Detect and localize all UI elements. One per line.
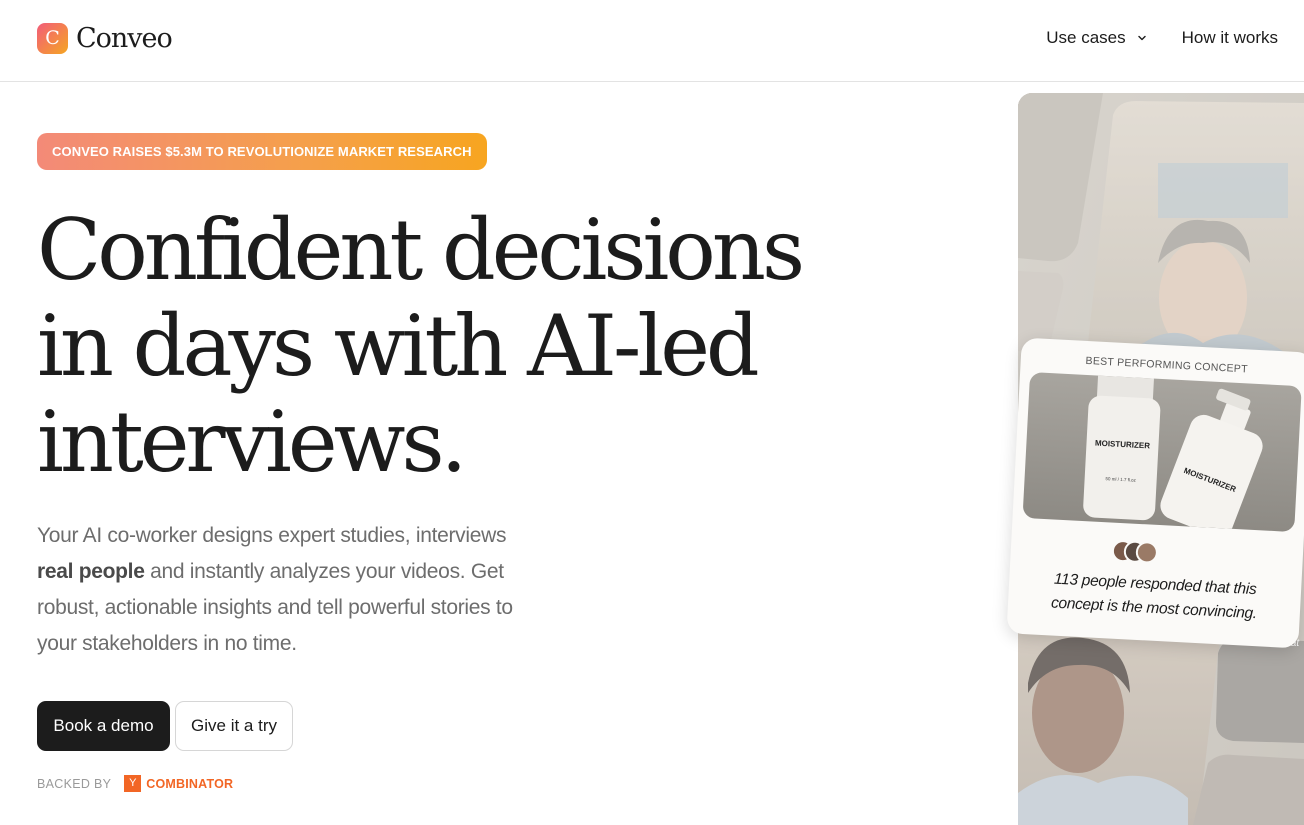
- chevron-down-icon: [1137, 35, 1146, 41]
- logo-mark-icon: C: [37, 23, 68, 54]
- hero-description: Your AI co-worker designs expert studies…: [37, 518, 527, 662]
- headline-line-3: interviews.: [37, 393, 467, 491]
- site-header: C Conveo Use cases How it works: [0, 0, 1304, 82]
- give-it-a-try-button[interactable]: Give it a try: [175, 701, 293, 751]
- logo-text: Conveo: [76, 23, 173, 54]
- description-part-1: Your AI co-worker designs expert studies…: [37, 524, 507, 547]
- headline-line-1: Confident decisions: [37, 201, 805, 299]
- moisturizer-bottles-icon: MOISTURIZER 50 ml / 1.7 fl.oz MOISTURIZE…: [1083, 372, 1263, 533]
- y-combinator-logo-icon: Y: [124, 775, 142, 792]
- book-demo-button[interactable]: Book a demo: [37, 701, 170, 751]
- logo[interactable]: C Conveo: [37, 23, 173, 54]
- headline-line-2: in days with AI-led: [37, 297, 760, 395]
- best-concept-card: BEST PERFORMING CONCEPT MOISTURIZER 50 m…: [1006, 337, 1304, 649]
- backed-by: BACKED BY Y COMBINATOR: [37, 775, 233, 792]
- card-result-text: 113 people responded that this concept i…: [1050, 570, 1258, 623]
- backed-by-label: BACKED BY: [37, 776, 112, 791]
- nav-how-it-works-label: How it works: [1181, 28, 1278, 47]
- description-bold: real people: [37, 560, 145, 583]
- nav-use-cases[interactable]: Use cases: [1046, 28, 1147, 48]
- hero-headline: Confident decisions in days with AI-led …: [37, 202, 817, 490]
- nav-use-cases-label: Use cases: [1046, 28, 1126, 47]
- main-nav: Use cases How it works: [1046, 28, 1278, 48]
- respondent-avatars-icon: [1111, 540, 1158, 564]
- concept-product-image: MOISTURIZER 50 ml / 1.7 fl.oz MOISTURIZE…: [1022, 372, 1302, 533]
- backer-name[interactable]: COMBINATOR: [146, 777, 233, 791]
- nav-how-it-works[interactable]: How it works: [1182, 28, 1278, 48]
- funding-announcement-badge[interactable]: CONVEO RAISES $5.3M TO REVOLUTIONIZE MAR…: [37, 133, 487, 170]
